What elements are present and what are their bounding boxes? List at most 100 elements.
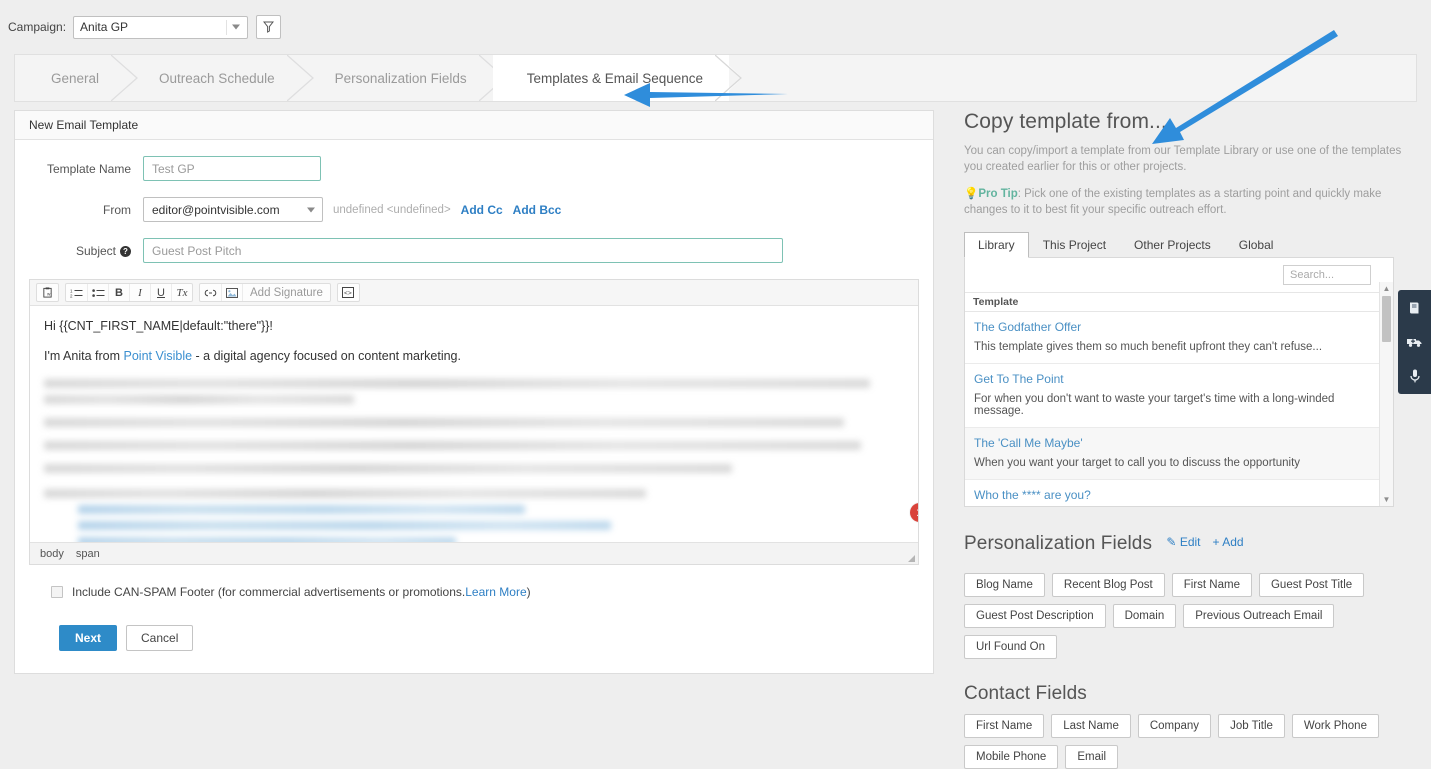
- panel-title: New Email Template: [15, 111, 933, 140]
- template-item-desc: For when you don't want to waste your ta…: [974, 393, 1335, 417]
- main-content: New Email Template Template Name Test GP…: [0, 110, 1431, 769]
- wizard-step-label: Outreach Schedule: [159, 70, 275, 86]
- template-item-desc: When you want your target to call you to…: [974, 457, 1301, 469]
- cancel-button[interactable]: Cancel: [126, 625, 194, 651]
- from-undefined-text: undefined <undefined>: [333, 203, 451, 216]
- bold-button[interactable]: B: [108, 284, 129, 301]
- personalization-fields-actions: ✎ Edit + Add: [1166, 535, 1243, 549]
- template-list-item[interactable]: The Godfather Offer This template gives …: [965, 312, 1393, 364]
- tab-this-project[interactable]: This Project: [1029, 232, 1120, 258]
- bold-label: B: [115, 286, 123, 299]
- scroll-down-icon[interactable]: ▼: [1380, 493, 1393, 506]
- chip-contact-first-name[interactable]: First Name: [964, 714, 1045, 738]
- chip-url-found-on[interactable]: Url Found On: [964, 635, 1058, 659]
- campaign-selected-value: Anita GP: [80, 20, 129, 34]
- add-bcc-link[interactable]: Add Bcc: [513, 203, 562, 217]
- underline-button[interactable]: U: [150, 284, 171, 301]
- personalization-chips: Blog Name Recent Blog Post First Name Gu…: [964, 573, 1414, 659]
- scroll-up-icon[interactable]: ▲: [1380, 282, 1393, 295]
- unordered-list-icon[interactable]: [87, 284, 108, 301]
- notification-badge[interactable]: 1: [910, 503, 918, 522]
- source-code-icon[interactable]: <>: [338, 284, 359, 301]
- italic-button[interactable]: I: [129, 284, 150, 301]
- wizard-step-general[interactable]: General: [15, 55, 138, 101]
- from-row: From editor@pointvisible.com undefined <…: [15, 197, 933, 222]
- chip-previous-outreach-email[interactable]: Previous Outreach Email: [1183, 604, 1335, 628]
- personalization-fields-title: Personalization Fields: [964, 533, 1153, 554]
- subject-row: Subject? Guest Post Pitch: [15, 238, 933, 263]
- from-selected-value: editor@pointvisible.com: [152, 202, 280, 217]
- add-signature-button[interactable]: Add Signature: [242, 284, 330, 301]
- chip-domain[interactable]: Domain: [1112, 604, 1177, 628]
- template-item-title[interactable]: Who the **** are you?: [974, 488, 1384, 502]
- chip-recent-blog-post[interactable]: Recent Blog Post: [1051, 573, 1165, 597]
- intro-post: - a digital agency focused on content ma…: [192, 349, 461, 363]
- template-list-scrollbar[interactable]: ▲ ▼: [1379, 282, 1393, 506]
- template-item-title[interactable]: The Godfather Offer: [974, 320, 1384, 334]
- copy-template-description: You can copy/import a template from our …: [964, 145, 1402, 173]
- redacted-line: [44, 441, 861, 450]
- campaign-select[interactable]: Anita GP: [73, 15, 249, 39]
- tab-library[interactable]: Library: [964, 232, 1029, 258]
- chip-contact-work-phone[interactable]: Work Phone: [1291, 714, 1379, 738]
- template-list-item[interactable]: Get To The Point For when you don't want…: [965, 364, 1393, 428]
- editor-element-path: body span: [30, 542, 918, 564]
- form-buttons: Next Cancel: [15, 599, 933, 673]
- from-select[interactable]: editor@pointvisible.com: [143, 197, 323, 222]
- resize-handle-icon[interactable]: [908, 555, 915, 562]
- chip-guest-post-description[interactable]: Guest Post Description: [964, 604, 1106, 628]
- template-list-item[interactable]: The 'Call Me Maybe' When you want your t…: [965, 428, 1393, 480]
- chip-contact-last-name[interactable]: Last Name: [1051, 714, 1131, 738]
- chip-guest-post-title[interactable]: Guest Post Title: [1258, 573, 1365, 597]
- template-name-label: Template Name: [46, 161, 131, 176]
- paste-icon[interactable]: w: [37, 284, 58, 301]
- chip-contact-job-title[interactable]: Job Title: [1218, 714, 1285, 738]
- remove-format-button[interactable]: Tx: [171, 284, 192, 301]
- email-body-editor[interactable]: Hi {{CNT_FIRST_NAME|default:"there"}}! I…: [30, 306, 918, 542]
- tab-other-projects[interactable]: Other Projects: [1120, 232, 1225, 258]
- chip-contact-company[interactable]: Company: [1137, 714, 1212, 738]
- filter-funnel-button[interactable]: [256, 15, 282, 39]
- template-name-row: Template Name Test GP: [15, 156, 933, 181]
- chip-first-name[interactable]: First Name: [1171, 573, 1252, 597]
- scrollbar-thumb[interactable]: [1382, 296, 1391, 342]
- redacted-link-line: [78, 505, 526, 514]
- svg-text:2: 2: [70, 293, 73, 298]
- add-personalization-link[interactable]: + Add: [1213, 535, 1244, 549]
- contact-fields-section: Contact Fields First Name Last Name Comp…: [964, 683, 1417, 769]
- element-path-span[interactable]: span: [76, 548, 100, 560]
- subject-label: Subject?: [15, 244, 143, 258]
- wizard-step-templates-email-sequence[interactable]: Templates & Email Sequence: [492, 55, 742, 101]
- template-list-panel: Search... Template The Godfather Offer T…: [964, 257, 1394, 507]
- canspam-checkbox[interactable]: [51, 586, 63, 598]
- point-visible-link[interactable]: Point Visible: [124, 349, 193, 363]
- learn-more-link[interactable]: Learn More: [465, 585, 526, 599]
- ambulance-icon[interactable]: [1405, 331, 1425, 353]
- template-item-title[interactable]: Get To The Point: [974, 372, 1384, 386]
- ordered-list-icon[interactable]: 12: [66, 284, 87, 301]
- new-email-template-panel: New Email Template Template Name Test GP…: [14, 110, 934, 674]
- book-icon[interactable]: [1405, 297, 1425, 319]
- chevron-down-icon: [232, 24, 241, 30]
- wizard-step-personalization-fields[interactable]: Personalization Fields: [300, 55, 506, 101]
- next-button[interactable]: Next: [59, 625, 118, 651]
- wizard-step-outreach-schedule[interactable]: Outreach Schedule: [125, 55, 314, 101]
- chip-contact-email[interactable]: Email: [1065, 745, 1119, 769]
- add-cc-link[interactable]: Add Cc: [461, 203, 503, 217]
- template-name-input[interactable]: Test GP: [143, 156, 321, 181]
- tab-global[interactable]: Global: [1225, 232, 1288, 258]
- question-mark-icon[interactable]: ?: [120, 245, 131, 257]
- template-item-desc: This template gives them so much benefit…: [974, 341, 1323, 353]
- microphone-icon[interactable]: [1405, 365, 1425, 387]
- image-icon[interactable]: [221, 284, 242, 301]
- template-search-input[interactable]: Search...: [1283, 265, 1371, 285]
- chip-blog-name[interactable]: Blog Name: [964, 573, 1045, 597]
- template-item-title[interactable]: The 'Call Me Maybe': [974, 436, 1384, 450]
- subject-input[interactable]: Guest Post Pitch: [143, 238, 783, 263]
- edit-personalization-link[interactable]: ✎ Edit: [1166, 535, 1200, 549]
- editor-toolbar: w 12 B I U Tx Add Signature <>: [30, 280, 918, 306]
- template-list-item[interactable]: Who the **** are you?: [965, 480, 1393, 506]
- link-icon[interactable]: [200, 284, 221, 301]
- element-path-body[interactable]: body: [40, 548, 64, 560]
- chip-contact-mobile-phone[interactable]: Mobile Phone: [964, 745, 1059, 769]
